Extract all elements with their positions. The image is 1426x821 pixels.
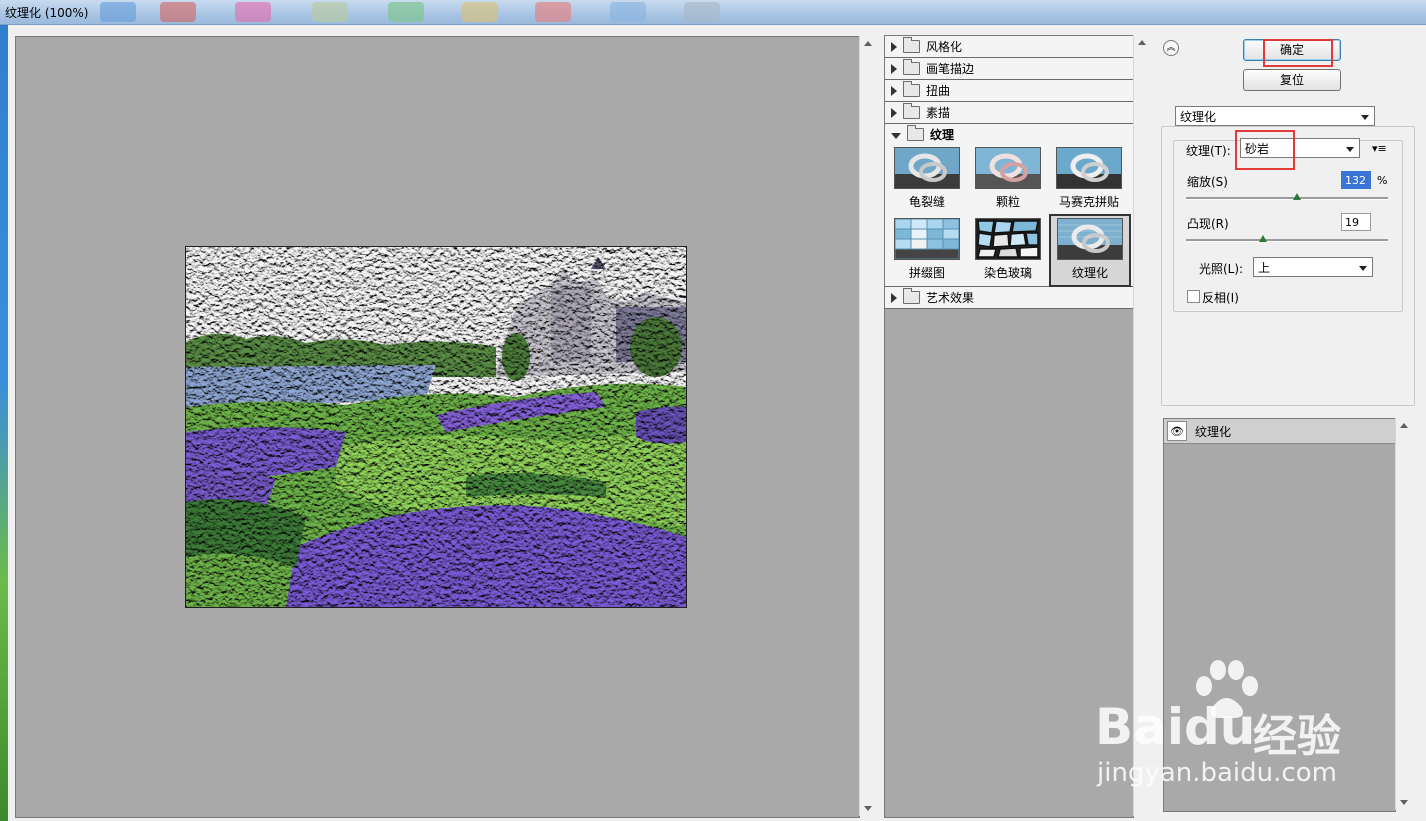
patchwork-thumbnail [894,218,960,260]
folder-icon [903,288,920,304]
relief-slider-thumb[interactable] [1258,235,1267,242]
chevron-down-icon [1361,115,1369,120]
taskbar-icon[interactable] [312,2,348,22]
scroll-up-icon[interactable] [1138,40,1146,45]
thumb-caption: 纹理化 [1071,266,1108,280]
taskbar-icon[interactable] [535,2,571,22]
light-label: 光照(L): [1199,262,1244,276]
relief-input[interactable]: 19 [1341,213,1371,231]
light-select[interactable]: 上 [1253,257,1373,277]
reset-button[interactable]: 复位 [1243,69,1341,91]
preview-scrollbar[interactable] [859,36,876,816]
category-distort[interactable]: 扭曲 [885,80,1133,102]
scaling-unit: % [1377,174,1388,187]
stained-glass-thumbnail [975,218,1041,260]
category-label: 扭曲 [926,84,951,98]
filter-thumb-grain[interactable]: 颗粒 [972,147,1044,210]
texture-label: 纹理(T): [1186,144,1231,158]
taskbar-icon[interactable] [684,2,720,22]
taskbar-icon[interactable] [100,2,136,22]
thumb-caption: 马赛克拼贴 [1058,195,1119,209]
double-chevron-up-icon: ︽ [1166,43,1176,53]
layers-scrollbar[interactable] [1395,418,1412,810]
category-stylize[interactable]: 风格化 [885,36,1133,58]
taskbar-icon[interactable] [462,2,498,22]
texture-filter-thumbnails: 龟裂缝 颗粒 马赛克拼贴 拼缀图 染色玻璃 纹理化 [885,145,1133,287]
eye-icon[interactable]: 👁 [1167,421,1187,441]
scaling-input[interactable]: 132 [1341,171,1371,189]
mosaic-tiles-thumbnail [1056,147,1122,189]
texturizer-thumbnail [1057,218,1123,260]
folder-icon [903,59,920,75]
filter-thumb-mosaic-tiles[interactable]: 马赛克拼贴 [1053,147,1125,210]
highlight-box [1235,130,1295,170]
gallery-scrollbar[interactable] [1133,35,1150,816]
highlight-box [1263,39,1333,67]
filter-gallery-list: 风格化 画笔描边 扭曲 素描 纹理 龟裂缝 颗粒 马赛克拼贴 拼缀图 染色玻璃 … [884,35,1134,818]
category-sketch[interactable]: 素描 [885,102,1133,124]
desktop-edge [0,25,8,821]
expand-triangle-icon[interactable] [891,41,897,52]
filter-select-value: 纹理化 [1180,110,1217,124]
chevron-down-icon [1346,147,1354,152]
invert-checkbox[interactable] [1187,290,1200,303]
expand-triangle-icon[interactable] [891,292,897,303]
thumb-caption: 拼缀图 [908,266,945,280]
scaling-slider-thumb[interactable] [1293,193,1302,200]
folder-open-icon [907,125,924,141]
chevron-down-icon [1359,266,1367,271]
thumb-caption: 颗粒 [995,195,1020,209]
filter-thumb-texturizer[interactable]: 纹理化 [1049,214,1131,287]
taskbar-icon[interactable] [610,2,646,22]
title-bar: 纹理化 (100%) [0,0,1426,25]
effect-layer-row[interactable]: 👁 纹理化 [1164,419,1395,444]
effect-layer-list: 👁 纹理化 [1163,418,1396,812]
category-brush-strokes[interactable]: 画笔描边 [885,58,1133,80]
expand-triangle-icon[interactable] [891,85,897,96]
category-label: 风格化 [926,40,963,54]
category-texture[interactable]: 纹理 [885,124,1133,146]
texture-menu-icon[interactable]: ▾≡ [1372,142,1387,155]
category-label: 艺术效果 [926,291,975,305]
thumb-caption: 龟裂缝 [908,195,945,209]
folder-icon [903,37,920,53]
category-label: 纹理 [930,128,955,142]
thumb-caption: 染色玻璃 [983,266,1032,280]
scroll-down-icon[interactable] [1400,800,1408,805]
expand-triangle-icon[interactable] [891,63,897,74]
scroll-up-icon[interactable] [1400,423,1408,428]
category-label: 画笔描边 [926,62,975,76]
filter-thumb-patchwork[interactable]: 拼缀图 [891,218,963,281]
expand-triangle-icon[interactable] [891,107,897,118]
scroll-up-icon[interactable] [864,41,872,46]
scaling-label: 缩放(S) [1187,175,1228,189]
collapse-gallery-button[interactable]: ︽ [1163,40,1179,56]
scaling-slider-track[interactable] [1186,197,1388,200]
window-title: 纹理化 (100%) [5,6,89,20]
filter-thumb-stained-glass[interactable]: 染色玻璃 [972,218,1044,281]
category-artistic[interactable]: 艺术效果 [885,287,1133,309]
scroll-down-icon[interactable] [864,806,872,811]
folder-icon [903,81,920,97]
filter-select[interactable]: 纹理化 [1175,106,1375,126]
category-label: 素描 [926,106,951,120]
invert-label: 反相(I) [1202,291,1239,305]
effect-layer-label: 纹理化 [1195,424,1232,439]
preview-image [185,246,687,608]
taskbar-icon[interactable] [160,2,196,22]
collapse-triangle-icon[interactable] [891,132,901,139]
filter-thumb-craquelure[interactable]: 龟裂缝 [891,147,963,210]
grain-thumbnail [975,147,1041,189]
craquelure-thumbnail [894,147,960,189]
light-select-value: 上 [1258,261,1271,275]
taskbar-icon[interactable] [388,2,424,22]
relief-slider-track[interactable] [1186,239,1388,242]
folder-icon [903,103,920,119]
relief-label: 凸现(R) [1187,217,1229,231]
taskbar-icon[interactable] [235,2,271,22]
